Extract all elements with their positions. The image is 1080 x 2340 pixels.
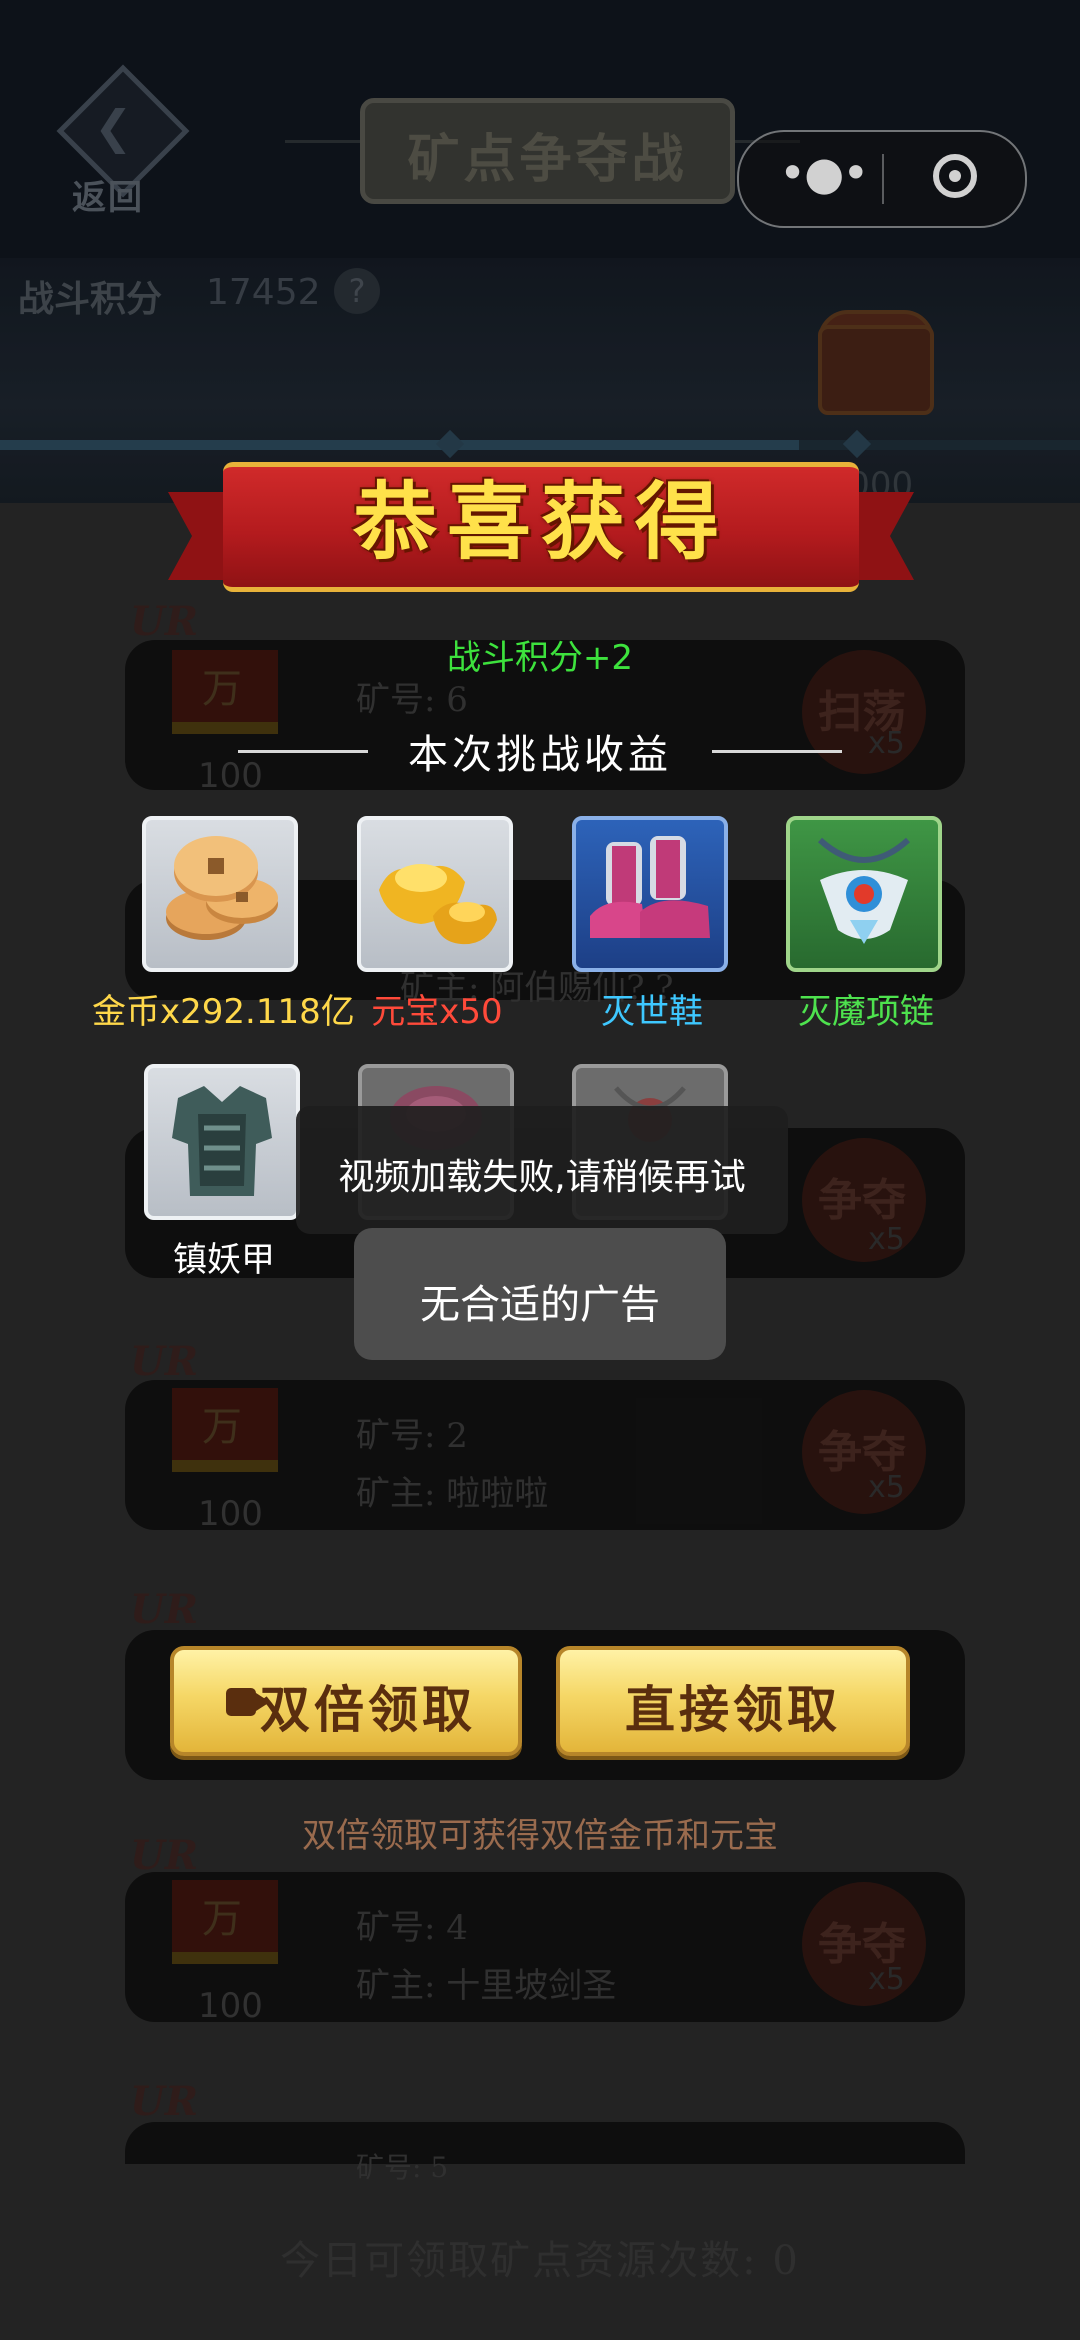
- reward-name: 灭世鞋: [601, 992, 703, 1032]
- congrats-banner: 恭喜获得: [168, 462, 914, 592]
- score-gain: 战斗积分+2: [446, 638, 634, 678]
- direct-claim-label: 直接领取: [625, 1680, 841, 1739]
- no-ad-text: 无合适的广告: [420, 1282, 660, 1328]
- screen: ❮ 返回 矿点争夺战 •●• 战斗积分 17452 ? 20000 UR 万 1…: [0, 0, 1080, 2340]
- double-claim-label: 双倍领取: [260, 1680, 476, 1739]
- gold-coins-icon: [166, 836, 278, 940]
- reward-item[interactable]: [142, 816, 298, 972]
- armor-icon: [172, 1086, 272, 1196]
- reward-item[interactable]: [572, 816, 728, 972]
- reward-item[interactable]: [357, 816, 513, 972]
- reward-name: 金币: [92, 992, 160, 1032]
- reward-item[interactable]: [144, 1064, 300, 1220]
- gold-ingot-icon: [379, 864, 497, 945]
- reward-name: 灭魔项链: [798, 992, 934, 1032]
- reward-label: 灭魔项链: [736, 984, 996, 1033]
- rewards-subheading: 本次挑战收益: [408, 732, 672, 778]
- reward-item[interactable]: [786, 816, 942, 972]
- reward-name: 元宝: [371, 992, 440, 1032]
- reward-label: 镇妖甲: [94, 1232, 354, 1281]
- reward-name: 镇妖甲: [173, 1240, 275, 1280]
- direct-claim-button[interactable]: 直接领取: [556, 1646, 910, 1756]
- necklace-icon: [817, 837, 911, 944]
- no-ad-toast: 无合适的广告: [354, 1228, 726, 1360]
- video-error-toast: 视频加载失败,请稍候再试: [296, 1106, 788, 1234]
- double-claim-button[interactable]: 双倍领取: [170, 1646, 522, 1756]
- banner-title: 恭喜获得: [352, 472, 729, 571]
- boots-icon: [590, 836, 710, 938]
- double-claim-note: 双倍领取可获得双倍金币和元宝: [302, 1816, 778, 1856]
- video-error-text: 视频加载失败,请稍候再试: [338, 1157, 746, 1198]
- reward-quantity: x50: [439, 992, 503, 1032]
